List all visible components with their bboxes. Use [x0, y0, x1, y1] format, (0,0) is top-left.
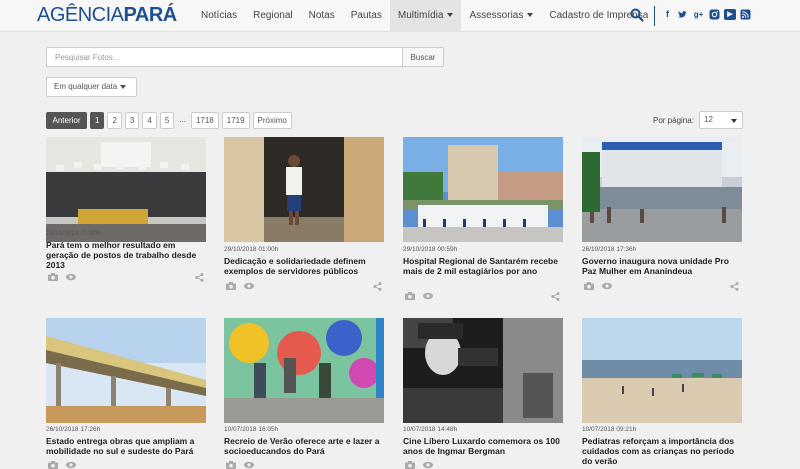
nav-label: Notas — [308, 10, 335, 21]
nav-label: Assessorias — [469, 10, 524, 21]
camera-icon[interactable] — [405, 461, 415, 469]
page-button-2[interactable]: 2 — [107, 112, 122, 129]
youtube-icon[interactable]: ▶ — [724, 9, 736, 20]
page-button-4[interactable]: 4 — [142, 112, 157, 129]
nav-item-notas[interactable]: Notas — [301, 0, 343, 31]
photo-thumbnail[interactable] — [224, 318, 384, 423]
photo-title[interactable]: Governo inaugura nova unidade Pro Paz Mu… — [582, 256, 742, 276]
nav-item-regional[interactable]: Regional — [245, 0, 300, 31]
search-icon[interactable] — [630, 8, 644, 22]
camera-icon[interactable] — [405, 292, 415, 300]
nav-item-assessorias[interactable]: Assessorias — [461, 0, 541, 31]
logo-text-agencia: AGÊNCIA — [37, 4, 124, 26]
eye-icon[interactable] — [423, 461, 433, 469]
photo-date: 26/10/2018 17:36h — [582, 246, 637, 253]
photo-date: 29/10/2018 00:59h — [403, 246, 458, 253]
twitter-icon[interactable] — [677, 9, 688, 20]
photo-thumbnail[interactable] — [582, 318, 742, 423]
photo-image — [582, 318, 742, 423]
photo-date: 10/07/2018 14:48h — [403, 426, 458, 433]
nav-item-multimidia[interactable]: Multimídia — [389, 0, 462, 31]
eye-icon[interactable] — [423, 292, 433, 300]
photo-image — [224, 318, 384, 423]
camera-icon[interactable] — [48, 461, 58, 469]
photo-date: 10/07/2018 16:05h — [224, 426, 279, 433]
per-page-value: 12 — [704, 115, 713, 124]
nav-label: Regional — [253, 10, 293, 21]
page-button-1[interactable]: 1 — [90, 112, 105, 129]
photo-image — [46, 137, 206, 242]
eye-icon[interactable] — [602, 282, 612, 290]
camera-icon[interactable] — [48, 273, 58, 281]
per-page-label: Por página: — [653, 116, 694, 125]
eye-icon[interactable] — [66, 273, 76, 281]
date-filter-dropdown[interactable]: Em qualquer data — [46, 77, 137, 97]
nav-label: Multimídia — [397, 10, 444, 21]
page-button-1719[interactable]: 1719 — [221, 112, 250, 129]
photo-search-form: Buscar — [46, 47, 444, 67]
photo-date: 29/10/2018 01:00h — [224, 246, 279, 253]
google-plus-icon[interactable]: g+ — [692, 9, 705, 20]
photo-image — [224, 137, 384, 242]
share-icon[interactable] — [730, 282, 739, 291]
page-button-5[interactable]: 5 — [159, 112, 175, 129]
social-links: f g+ ▶ — [662, 9, 751, 20]
photo-thumbnail[interactable] — [403, 318, 563, 423]
per-page-select[interactable]: 12 — [699, 111, 743, 129]
photo-title[interactable]: Hospital Regional de Santarém recebe mai… — [403, 256, 563, 276]
share-icon[interactable] — [195, 273, 204, 282]
eye-icon[interactable] — [244, 461, 254, 469]
eye-icon[interactable] — [66, 461, 76, 469]
photo-title[interactable]: Pará tem o melhor resultado em geração d… — [46, 240, 206, 270]
photo-title[interactable]: Estado entrega obras que ampliam a mobil… — [46, 436, 206, 456]
nav-item-noticias[interactable]: Notícias — [193, 0, 245, 31]
camera-icon[interactable] — [584, 282, 594, 290]
photo-thumbnail[interactable] — [46, 318, 206, 423]
photo-title[interactable]: Cine Líbero Luxardo comemora os 100 anos… — [403, 436, 563, 456]
photo-date: 29/10/2018 01:00h — [46, 230, 101, 237]
photo-title[interactable]: Recreio de Verão oferece arte e lazer a … — [224, 436, 384, 456]
date-filter-label: Em qualquer data — [54, 82, 118, 91]
camera-icon[interactable] — [226, 282, 236, 290]
pagination: Anterior 1 2 3 4 5 ... 1718 1719 Próximo — [46, 112, 292, 129]
photo-image — [46, 318, 206, 423]
agencia-para-logo[interactable]: AGÊNCIAPARÁ — [37, 4, 177, 27]
camera-icon[interactable] — [226, 461, 236, 469]
photo-date: 26/10/2018 17:26h — [46, 426, 101, 433]
photo-image — [403, 137, 563, 242]
photo-image — [403, 318, 563, 423]
search-button[interactable]: Buscar — [402, 47, 444, 67]
chevron-down-icon — [447, 13, 454, 18]
next-page-button[interactable]: Próximo — [252, 112, 292, 129]
chevron-down-icon — [731, 119, 737, 123]
facebook-icon[interactable]: f — [662, 9, 673, 20]
top-navigation-bar: AGÊNCIAPARÁ Notícias Regional Notas Paut… — [0, 0, 800, 32]
page-button-3[interactable]: 3 — [124, 112, 140, 129]
rss-icon[interactable] — [740, 9, 751, 20]
nav-item-pautas[interactable]: Pautas — [343, 0, 390, 31]
photo-thumbnail[interactable] — [403, 137, 563, 242]
search-input[interactable] — [46, 47, 402, 67]
pagination-ellipsis: ... — [179, 115, 186, 124]
chevron-down-icon — [527, 13, 534, 18]
photo-thumbnail[interactable] — [582, 137, 742, 242]
nav-label: Notícias — [201, 10, 238, 21]
nav-label: Pautas — [350, 10, 382, 21]
share-icon[interactable] — [551, 292, 560, 301]
photo-image — [582, 137, 742, 242]
photo-title[interactable]: Dedicação e solidariedade definem exempl… — [224, 256, 384, 276]
chevron-down-icon — [120, 84, 127, 89]
photo-date: 10/07/2018 09:21h — [582, 426, 637, 433]
prev-page-button[interactable]: Anterior — [46, 112, 87, 129]
logo-text-para: PARÁ — [123, 4, 178, 26]
page-button-1718[interactable]: 1718 — [190, 112, 219, 129]
instagram-icon[interactable] — [709, 9, 720, 20]
photo-thumbnail[interactable] — [224, 137, 384, 242]
divider — [654, 6, 655, 26]
share-icon[interactable] — [373, 282, 382, 291]
main-nav: Notícias Regional Notas Pautas Multimídi… — [193, 0, 656, 31]
eye-icon[interactable] — [244, 282, 254, 290]
photo-title[interactable]: Pediatras reforçam a importância dos cui… — [582, 436, 742, 466]
photo-thumbnail[interactable] — [46, 137, 206, 242]
